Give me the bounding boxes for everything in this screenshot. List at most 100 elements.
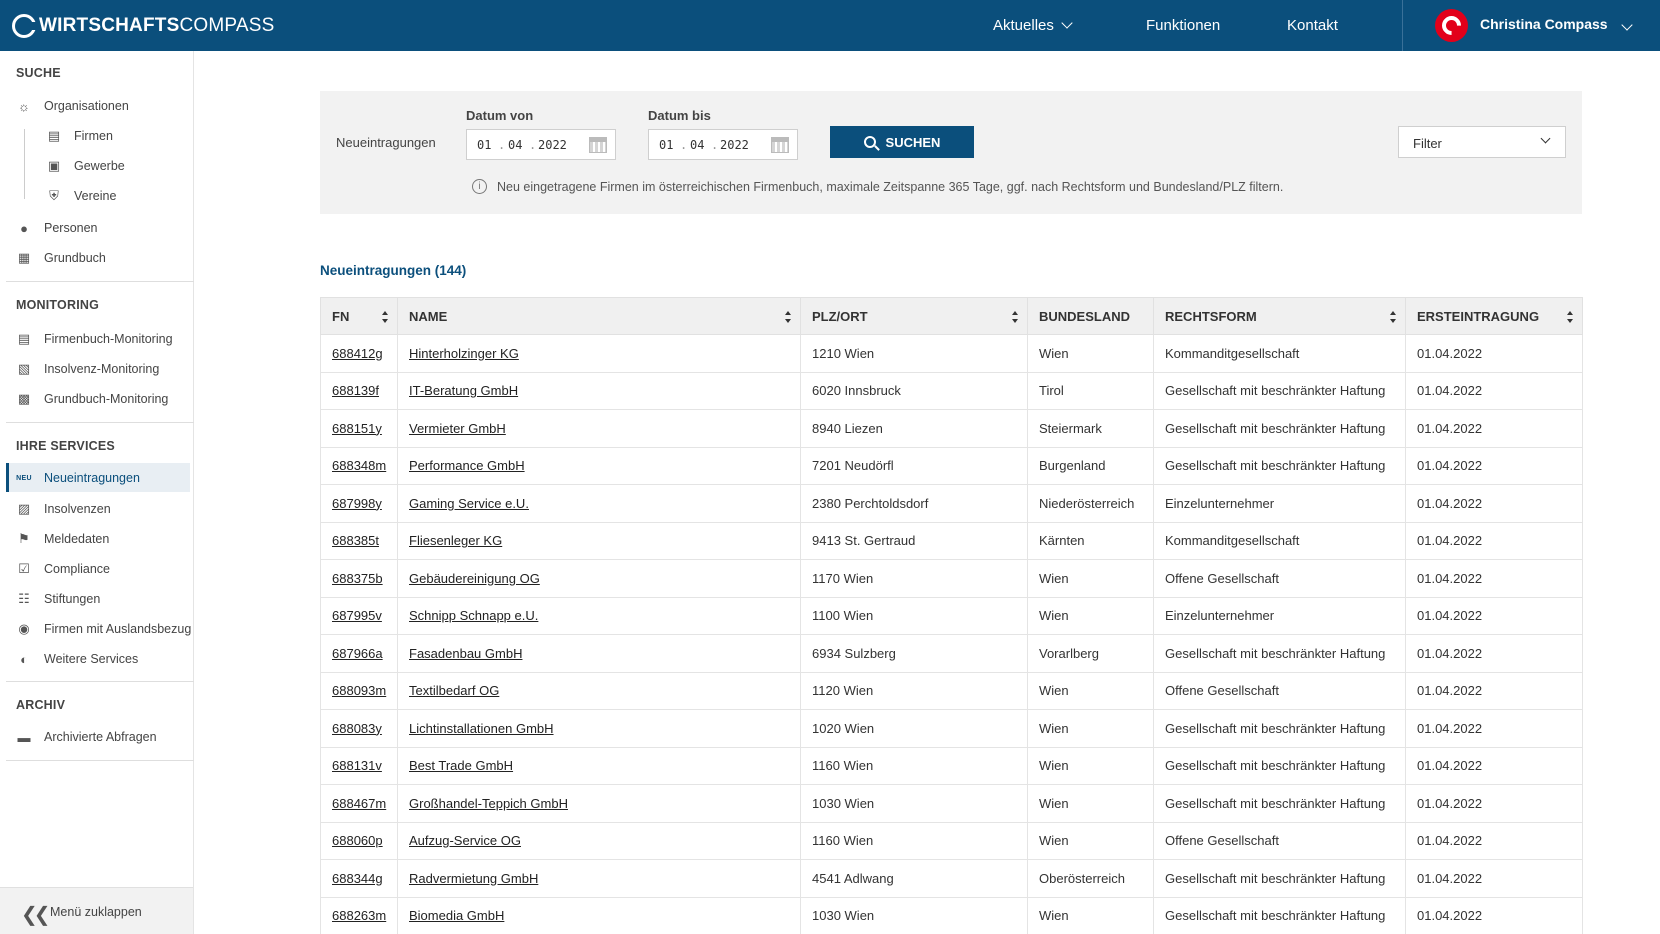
sidebar-item-insolvenzen[interactable]: ▨ Insolvenzen bbox=[16, 499, 111, 519]
info-hint: i Neu eingetragene Firmen im österreichi… bbox=[472, 179, 1283, 194]
section-title-archiv: ARCHIV bbox=[16, 698, 66, 712]
divider bbox=[6, 281, 194, 282]
cell-fn[interactable]: 688344g bbox=[320, 859, 398, 898]
sidebar-item-grundbuch[interactable]: ▦ Grundbuch bbox=[16, 248, 106, 268]
chart-plus-icon: ▧ bbox=[17, 361, 31, 376]
cell-fn[interactable]: 688412g bbox=[320, 334, 398, 373]
column-header-rechtsform[interactable]: RECHTSFORM bbox=[1153, 297, 1406, 335]
sidebar-item-weitere-services[interactable]: ◐ Weitere Services bbox=[16, 649, 138, 669]
cell-name[interactable]: Biomedia GmbH bbox=[397, 896, 801, 934]
sidebar-item-stiftungen[interactable]: ☷ Stiftungen bbox=[16, 589, 100, 609]
cell-name[interactable]: Schnipp Schnapp e.U. bbox=[397, 596, 801, 635]
cell-bundesland: Niederösterreich bbox=[1027, 484, 1154, 523]
table-row: 688375b Gebäudereinigung OG 1170 Wien Wien O… bbox=[320, 559, 1583, 598]
sidebar-item-insolvenz-monitoring[interactable]: ▧ Insolvenz-Monitoring bbox=[16, 359, 160, 379]
sidebar-item-firmen[interactable]: ▤ Firmen bbox=[46, 126, 113, 146]
cell-name[interactable]: Performance GmbH bbox=[397, 446, 801, 485]
user-name[interactable]: Christina Compass bbox=[1480, 16, 1608, 32]
column-header-fn[interactable]: FN bbox=[320, 297, 398, 335]
column-header-name[interactable]: NAME bbox=[397, 297, 801, 335]
column-header-plz-ort[interactable]: PLZ/ORT bbox=[800, 297, 1028, 335]
cell-plz-ort: 1100 Wien bbox=[800, 596, 1028, 635]
sidebar-item-personen[interactable]: ● Personen bbox=[16, 218, 97, 238]
cell-fn[interactable]: 688263m bbox=[320, 896, 398, 934]
cell-name[interactable]: Aufzug-Service OG bbox=[397, 821, 801, 860]
land-plus-icon: ▩ bbox=[17, 391, 31, 406]
cell-ersteintragung: 01.04.2022 bbox=[1405, 746, 1583, 785]
calendar-icon[interactable] bbox=[771, 137, 789, 153]
column-header-ersteintragung[interactable]: ERSTEINTRAGUNG bbox=[1405, 297, 1583, 335]
results-title: Neueintragungen (144) bbox=[320, 263, 467, 278]
cell-name[interactable]: Gebäudereinigung OG bbox=[397, 559, 801, 598]
cell-fn[interactable]: 687998y bbox=[320, 484, 398, 523]
cell-name[interactable]: Gaming Service e.U. bbox=[397, 484, 801, 523]
cell-name[interactable]: Radvermietung GmbH bbox=[397, 859, 801, 898]
sidebar-item-organisationen[interactable]: ☼ Organisationen bbox=[16, 96, 129, 116]
filter-select[interactable]: Filter bbox=[1398, 126, 1566, 158]
cell-name[interactable]: Fliesenleger KG bbox=[397, 521, 801, 560]
sort-icon[interactable] bbox=[785, 311, 791, 323]
collapse-menu-button[interactable]: ❮❮ Menü zuklappen bbox=[0, 887, 193, 934]
book-icon: ▦ bbox=[17, 250, 31, 265]
cell-fn[interactable]: 688151y bbox=[320, 409, 398, 448]
sort-icon[interactable] bbox=[1567, 311, 1573, 323]
sidebar-item-auslandsbezug[interactable]: ◉ Firmen mit Auslandsbezug bbox=[16, 619, 191, 639]
user-avatar-icon[interactable] bbox=[1435, 9, 1468, 42]
table-row: 687966a Fasadenbau GmbH 6934 Sulzberg Vorar… bbox=[320, 634, 1583, 673]
cell-fn[interactable]: 688467m bbox=[320, 784, 398, 823]
cell-name[interactable]: Vermieter GmbH bbox=[397, 409, 801, 448]
cell-rechtsform: Kommanditgesellschaft bbox=[1153, 334, 1406, 373]
cell-name[interactable]: Großhandel-Teppich GmbH bbox=[397, 784, 801, 823]
nav-funktionen[interactable]: Funktionen bbox=[1146, 17, 1220, 34]
table-row: 687998y Gaming Service e.U. 2380 Perchtold… bbox=[320, 484, 1583, 523]
sidebar-item-firmenbuch-monitoring[interactable]: ▤ Firmenbuch-Monitoring bbox=[16, 329, 173, 349]
cell-bundesland: Wien bbox=[1027, 784, 1154, 823]
sidebar-item-neueintragungen[interactable]: NEU Neueintragungen bbox=[16, 468, 140, 488]
sidebar-item-compliance[interactable]: ☑ Compliance bbox=[16, 559, 110, 579]
section-title-suche: SUCHE bbox=[16, 66, 61, 80]
sort-icon[interactable] bbox=[382, 311, 388, 323]
cell-name[interactable]: Lichtinstallationen GmbH bbox=[397, 709, 801, 748]
cell-ersteintragung: 01.04.2022 bbox=[1405, 784, 1583, 823]
date-to-input[interactable]: 01 . 04 . 2022 bbox=[648, 129, 798, 160]
sidebar-item-archivierte-abfragen[interactable]: ▬ Archivierte Abfragen bbox=[16, 727, 157, 747]
cell-fn[interactable]: 688060p bbox=[320, 821, 398, 860]
sort-icon[interactable] bbox=[1390, 311, 1396, 323]
cell-fn[interactable]: 687995v bbox=[320, 596, 398, 635]
divider bbox=[6, 760, 194, 761]
cell-name[interactable]: IT-Beratung GmbH bbox=[397, 371, 801, 410]
cell-bundesland: Wien bbox=[1027, 334, 1154, 373]
logo[interactable]: WIRTSCHAFTSCOMPASS bbox=[12, 12, 274, 39]
cell-name[interactable]: Best Trade GmbH bbox=[397, 746, 801, 785]
cell-bundesland: Wien bbox=[1027, 746, 1154, 785]
user-menu-chevron-icon[interactable] bbox=[1614, 19, 1633, 35]
sort-icon[interactable] bbox=[1012, 311, 1018, 323]
cell-plz-ort: 2380 Perchtoldsdorf bbox=[800, 484, 1028, 523]
nav-kontakt[interactable]: Kontakt bbox=[1287, 17, 1338, 34]
cell-ersteintragung: 01.04.2022 bbox=[1405, 334, 1583, 373]
sidebar-item-grundbuch-monitoring[interactable]: ▩ Grundbuch-Monitoring bbox=[16, 389, 169, 409]
calendar-icon[interactable] bbox=[589, 137, 607, 153]
cell-ersteintragung: 01.04.2022 bbox=[1405, 596, 1583, 635]
search-button[interactable]: SUCHEN bbox=[830, 126, 974, 158]
sidebar-item-gewerbe[interactable]: ▣ Gewerbe bbox=[46, 156, 125, 176]
sidebar-item-vereine[interactable]: ⛨ Vereine bbox=[46, 186, 116, 206]
cell-name[interactable]: Fasadenbau GmbH bbox=[397, 634, 801, 673]
cell-fn[interactable]: 688348m bbox=[320, 446, 398, 485]
sidebar-item-meldedaten[interactable]: ⚑ Meldedaten bbox=[16, 529, 109, 549]
nav-aktuelles[interactable]: Aktuelles bbox=[993, 17, 1073, 34]
cell-name[interactable]: Textilbedarf OG bbox=[397, 671, 801, 710]
search-panel: Neueintragungen Datum von 01 . 04 . 2022… bbox=[320, 91, 1582, 214]
divider bbox=[6, 422, 194, 423]
cell-fn[interactable]: 688375b bbox=[320, 559, 398, 598]
date-from-input[interactable]: 01 . 04 . 2022 bbox=[466, 129, 616, 160]
cell-fn[interactable]: 688385t bbox=[320, 521, 398, 560]
cell-plz-ort: 6934 Sulzberg bbox=[800, 634, 1028, 673]
cell-bundesland: Tirol bbox=[1027, 371, 1154, 410]
cell-fn[interactable]: 687966a bbox=[320, 634, 398, 673]
cell-name[interactable]: Hinterholzinger KG bbox=[397, 334, 801, 373]
cell-fn[interactable]: 688083y bbox=[320, 709, 398, 748]
cell-fn[interactable]: 688139f bbox=[320, 371, 398, 410]
cell-fn[interactable]: 688093m bbox=[320, 671, 398, 710]
cell-fn[interactable]: 688131v bbox=[320, 746, 398, 785]
